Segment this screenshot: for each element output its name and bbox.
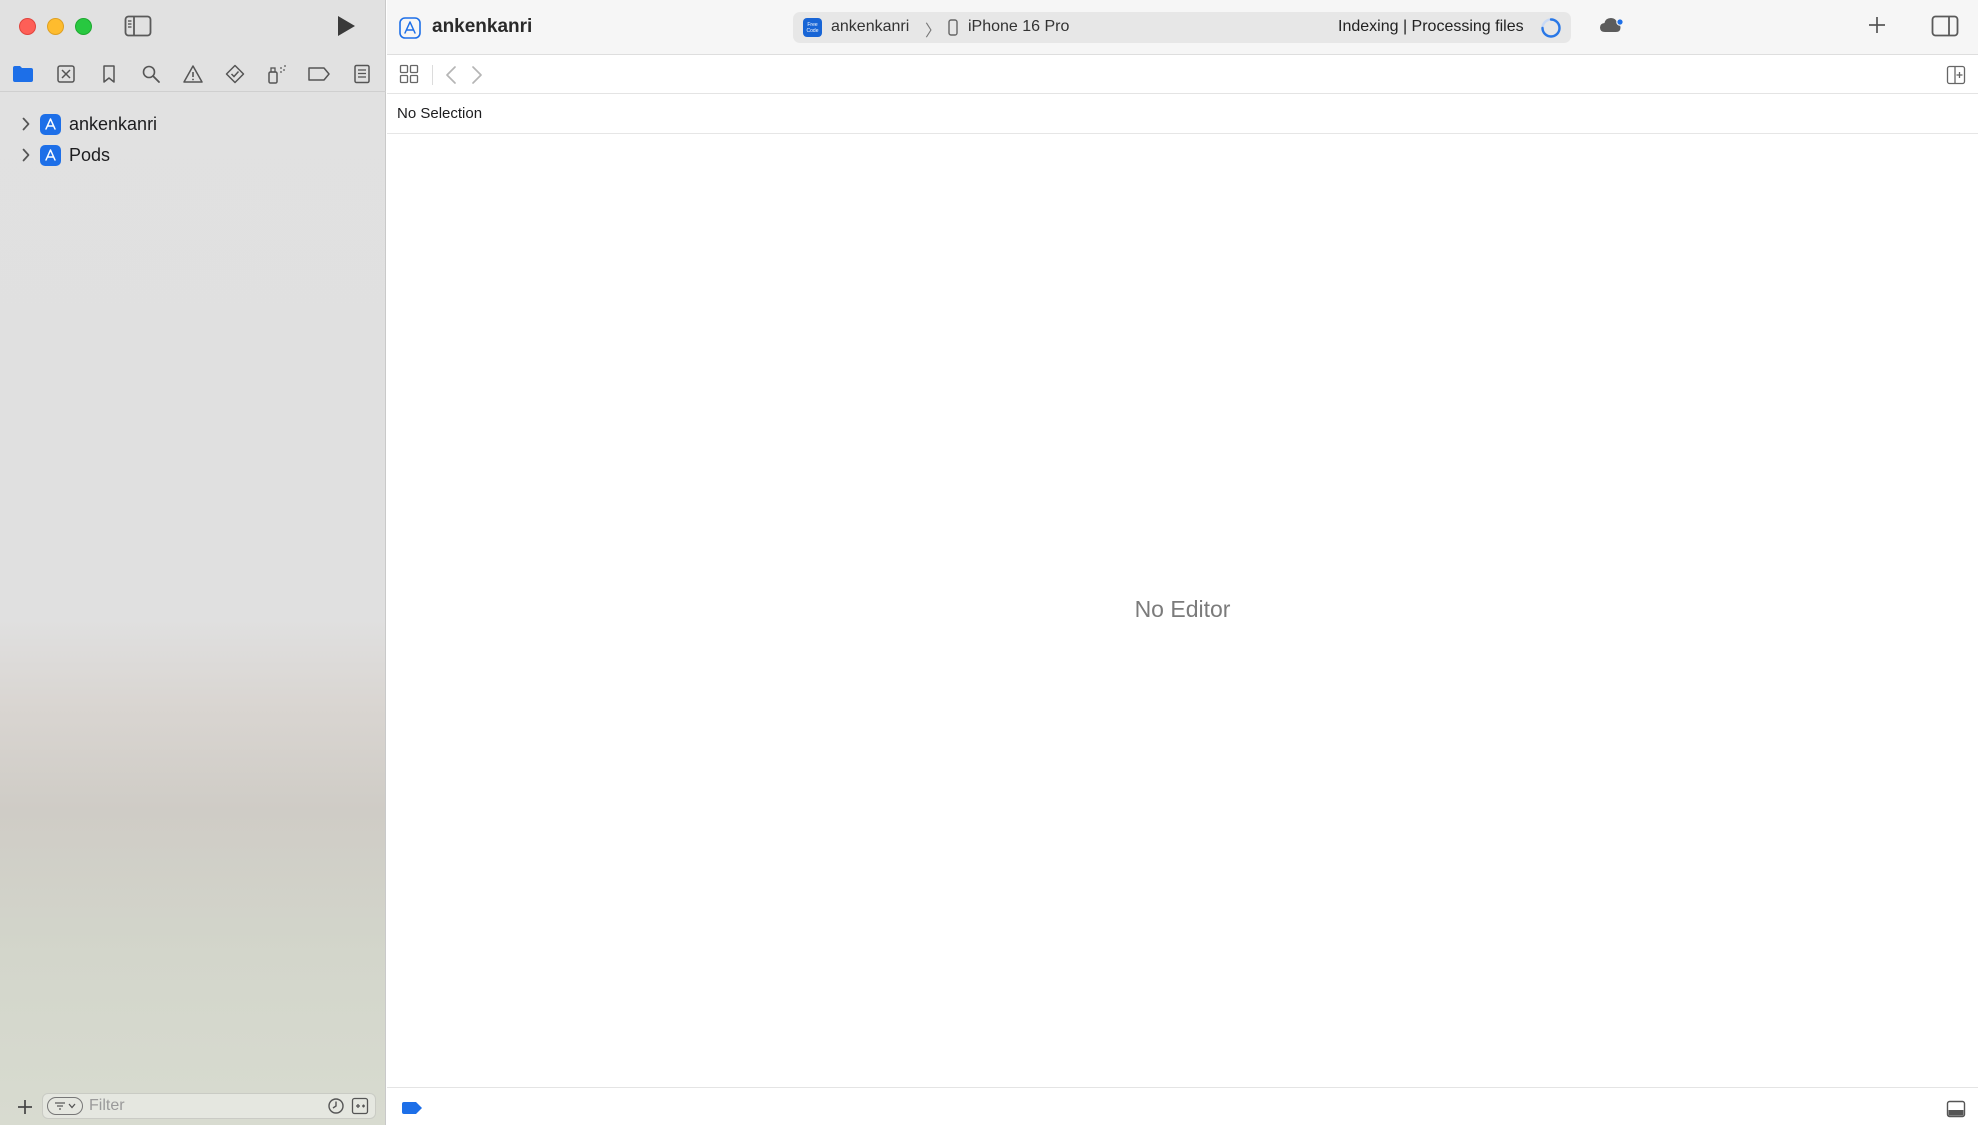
no-editor-placeholder: No Editor — [1134, 596, 1231, 622]
progress-spinner-icon — [1540, 17, 1562, 39]
editor-navigation-bar — [387, 55, 1978, 94]
tree-item-ankenkanri[interactable]: ankenkanri — [0, 110, 157, 138]
filter-options-icon[interactable] — [47, 1097, 83, 1115]
scheme-selector[interactable]: ankenkanri — [831, 18, 909, 36]
related-items-grid-icon[interactable] — [399, 64, 419, 84]
jump-bar: No Selection — [387, 94, 1978, 134]
window-zoom-button[interactable] — [75, 18, 92, 35]
chevron-left-icon[interactable] — [444, 65, 458, 85]
iphone-icon[interactable] — [948, 19, 958, 36]
warning-icon[interactable] — [181, 62, 205, 86]
jump-bar-selection[interactable]: No Selection — [397, 105, 482, 122]
tree-item-pods[interactable]: Pods — [0, 141, 110, 169]
spray-can-icon[interactable] — [265, 62, 289, 86]
chevron-right-icon[interactable] — [22, 148, 32, 162]
navigator-selector-bar — [0, 56, 386, 92]
navigator-filter-bar — [0, 1090, 386, 1125]
breakpoint-tag-icon[interactable] — [307, 62, 331, 86]
project-title: ankenkanri — [432, 16, 533, 37]
source-control-filter-icon[interactable] — [351, 1097, 369, 1115]
tree-item-label: ankenkanri — [69, 113, 158, 134]
run-destination-selector[interactable]: iPhone 16 Pro — [968, 18, 1069, 36]
play-icon[interactable] — [335, 14, 357, 38]
window-minimize-button[interactable] — [47, 18, 64, 35]
window-close-button[interactable] — [19, 18, 36, 35]
activity-viewer: Free Code ankenkanri 〉 iPhone 16 Pro Ind… — [793, 12, 1571, 43]
sidebar-left-icon[interactable] — [124, 15, 152, 37]
editor-area: No Editor — [387, 134, 1978, 1087]
scheme-icon: Free Code — [803, 18, 822, 37]
divider — [432, 65, 433, 85]
plus-icon[interactable] — [1867, 15, 1887, 35]
chevron-right-icon[interactable] — [22, 117, 32, 131]
report-list-icon[interactable] — [350, 62, 374, 86]
breakpoint-toggle-icon[interactable] — [401, 1101, 423, 1115]
search-icon[interactable] — [139, 62, 163, 86]
debug-bar — [387, 1087, 1978, 1125]
test-diamond-icon[interactable] — [223, 62, 247, 86]
chevron-right-icon[interactable] — [470, 65, 484, 85]
tree-item-label: Pods — [69, 144, 111, 165]
app-project-icon — [40, 113, 61, 135]
cloud-icon[interactable] — [1599, 16, 1625, 36]
source-control-icon[interactable] — [54, 62, 78, 86]
scheme-separator: 〉 — [925, 23, 942, 40]
app-project-icon — [40, 144, 61, 166]
clock-icon[interactable] — [327, 1097, 345, 1115]
plus-icon[interactable] — [16, 1098, 34, 1116]
window-toolbar: ankenkanri Free Code ankenkanri 〉 iPhone… — [387, 0, 1978, 55]
navigator-sidebar: ankenkanri Pods — [0, 0, 386, 1125]
filter-input[interactable] — [89, 1097, 309, 1115]
add-editor-split-icon[interactable] — [1946, 65, 1966, 85]
sidebar-right-icon[interactable] — [1931, 15, 1959, 37]
debug-area-toggle-icon[interactable] — [1946, 1100, 1966, 1118]
activity-status: Indexing | Processing files — [1338, 18, 1524, 35]
folder-icon[interactable] — [11, 62, 35, 86]
app-store-icon — [399, 17, 421, 39]
filter-field[interactable] — [42, 1093, 376, 1119]
bookmark-icon[interactable] — [97, 62, 121, 86]
